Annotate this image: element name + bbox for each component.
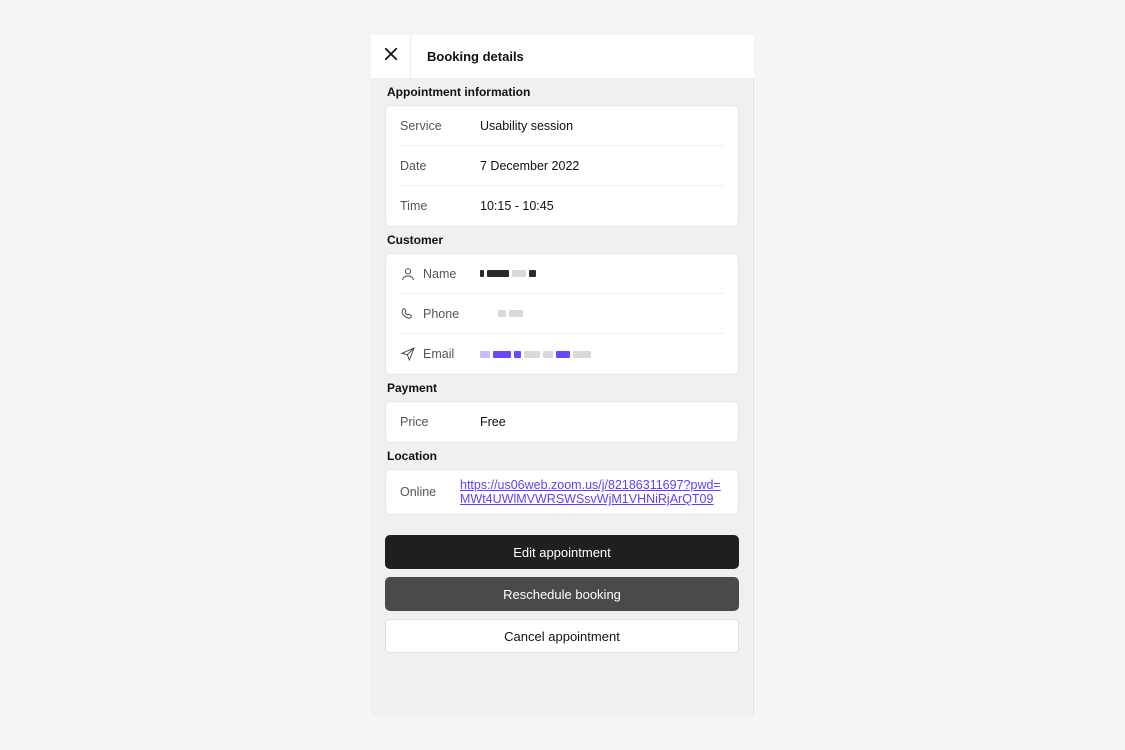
time-value: 10:15 - 10:45 [476, 199, 724, 213]
person-icon [400, 266, 416, 282]
phone-row: Phone [400, 294, 724, 334]
online-label: Online [400, 485, 456, 499]
email-value-redacted [476, 351, 724, 358]
name-label: Name [400, 266, 476, 282]
price-label: Price [400, 415, 476, 429]
close-icon [384, 47, 398, 66]
appointment-section-label: Appointment information [385, 79, 739, 105]
close-button[interactable] [371, 35, 411, 79]
service-label: Service [400, 119, 476, 133]
edit-appointment-button[interactable]: Edit appointment [385, 535, 739, 569]
panel-body: Appointment information Service Usabilit… [371, 79, 754, 715]
time-label: Time [400, 199, 476, 213]
location-card: Online https://us06web.zoom.us/j/8218631… [385, 469, 739, 515]
date-label: Date [400, 159, 476, 173]
send-icon [400, 346, 416, 362]
reschedule-booking-button[interactable]: Reschedule booking [385, 577, 739, 611]
online-url: https://us06web.zoom.us/j/82186311697?pw… [456, 478, 724, 506]
panel-header: Booking details [371, 35, 754, 79]
price-row: Price Free [400, 402, 724, 442]
name-value-redacted [476, 270, 724, 277]
customer-section-label: Customer [385, 227, 739, 253]
location-section-label: Location [385, 443, 739, 469]
email-row: Email [400, 334, 724, 374]
phone-icon [400, 306, 416, 322]
phone-label: Phone [400, 306, 476, 322]
payment-section-label: Payment [385, 375, 739, 401]
panel-title: Booking details [411, 49, 524, 64]
service-value: Usability session [476, 119, 724, 133]
date-row: Date 7 December 2022 [400, 146, 724, 186]
service-row: Service Usability session [400, 106, 724, 146]
cancel-appointment-button[interactable]: Cancel appointment [385, 619, 739, 653]
name-row: Name [400, 254, 724, 294]
time-row: Time 10:15 - 10:45 [400, 186, 724, 226]
customer-card: Name Phone [385, 253, 739, 375]
email-label: Email [400, 346, 476, 362]
price-value: Free [476, 415, 724, 429]
online-row: Online https://us06web.zoom.us/j/8218631… [400, 470, 724, 514]
actions: Edit appointment Reschedule booking Canc… [385, 535, 739, 653]
meeting-link[interactable]: https://us06web.zoom.us/j/82186311697?pw… [460, 478, 721, 506]
date-value: 7 December 2022 [476, 159, 724, 173]
appointment-card: Service Usability session Date 7 Decembe… [385, 105, 739, 227]
payment-card: Price Free [385, 401, 739, 443]
phone-value-redacted [476, 310, 724, 317]
booking-details-panel: Booking details Appointment information … [371, 35, 754, 715]
